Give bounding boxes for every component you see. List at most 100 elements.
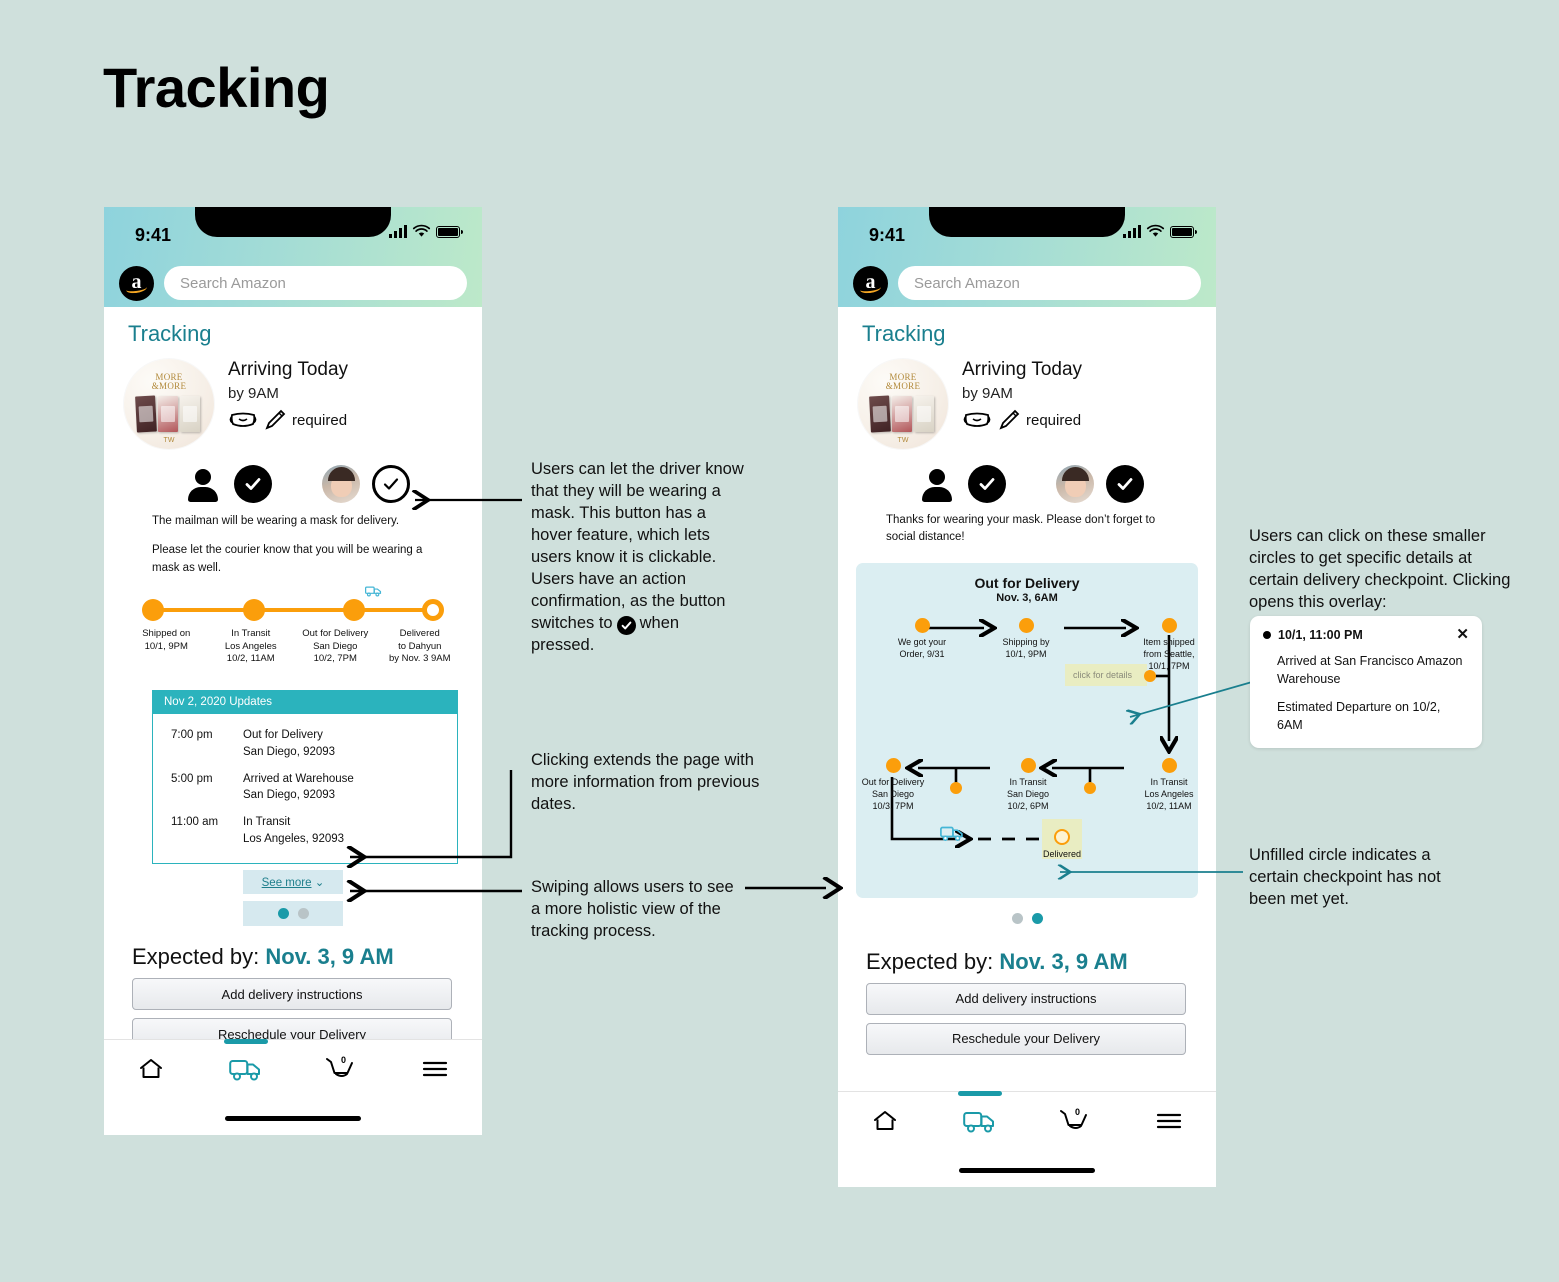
page-dot-1[interactable] bbox=[277, 908, 289, 920]
check-filled-icon bbox=[1117, 478, 1133, 490]
map-node-delivered[interactable]: Delivered bbox=[1038, 828, 1086, 860]
map-node-shipping[interactable]: Shipping by 10/1, 9PM bbox=[986, 617, 1066, 660]
progress-step-4[interactable] bbox=[422, 598, 444, 621]
map-checkpoint-dot-clickable[interactable] bbox=[950, 781, 962, 794]
tab-home[interactable] bbox=[838, 1092, 933, 1150]
see-more-button[interactable]: See more ⌄ bbox=[243, 870, 343, 895]
arrival-time: by 9AM bbox=[228, 385, 279, 402]
map-node-out-for-delivery[interactable]: Out for Delivery San Diego 10/3, 7PM bbox=[856, 757, 930, 812]
progress-label-1: Shipped on 10/1, 9PM bbox=[142, 627, 191, 652]
screen-body-right: Tracking MORE &MORE TW Arriving Today by … bbox=[838, 307, 1216, 1055]
status-bar: 9:41 a Search Amazon bbox=[838, 207, 1216, 307]
reschedule-delivery-button[interactable]: Reschedule your Delivery bbox=[866, 1022, 1186, 1055]
bottom-tab-bar-left: 0 bbox=[104, 1039, 482, 1135]
page-dot-2[interactable] bbox=[1031, 912, 1043, 924]
updates-card-header: Nov 2, 2020 Updates bbox=[153, 690, 457, 715]
progress-step-2[interactable] bbox=[242, 598, 265, 621]
page-indicator-right[interactable] bbox=[838, 906, 1216, 931]
user-mask-toggle-button[interactable] bbox=[372, 465, 410, 503]
expected-value: Nov. 3, 9 AM bbox=[999, 948, 1128, 974]
annotation-checkpoints: Users can click on these smaller circles… bbox=[1249, 527, 1511, 611]
mask-requirement: required bbox=[228, 409, 348, 431]
update-desc: Out for Delivery San Diego, 92093 bbox=[243, 729, 336, 758]
progress-label-3: Out for Delivery San Diego 10/2, 7PM bbox=[302, 627, 369, 665]
product-thumbnail[interactable]: MORE &MORE TW bbox=[858, 359, 948, 449]
expected-prefix: Expected by: bbox=[132, 944, 260, 970]
pencil-icon bbox=[999, 409, 1020, 430]
status-bar: 9:41 a Search Amazon bbox=[104, 207, 482, 307]
cellular-bars-icon bbox=[389, 225, 407, 238]
check-filled-icon bbox=[245, 478, 261, 490]
product-summary: MORE &MORE TW Arriving Today by 9AM requ… bbox=[838, 347, 1216, 449]
home-icon bbox=[140, 1059, 163, 1078]
tab-home[interactable] bbox=[104, 1040, 199, 1098]
shopping-cart-icon: 0 bbox=[1060, 1107, 1088, 1129]
page-indicator-left[interactable] bbox=[243, 901, 343, 927]
face-mask-icon bbox=[229, 412, 257, 427]
map-node-dot bbox=[885, 757, 901, 773]
driver-mask-status-button[interactable] bbox=[234, 465, 272, 503]
cellular-bars-icon bbox=[1123, 225, 1141, 238]
map-node-label: In Transit San Diego 10/2, 6PM bbox=[1006, 776, 1050, 811]
map-node-dot bbox=[1161, 617, 1177, 633]
amazon-logo[interactable]: a bbox=[119, 265, 154, 301]
phone-notch bbox=[195, 207, 391, 237]
mask-confirm-row bbox=[104, 465, 482, 503]
wifi-icon bbox=[412, 224, 431, 237]
mask-confirm-row bbox=[838, 465, 1216, 503]
updates-card: Nov 2, 2020 Updates 7:00 pm Out for Deli… bbox=[152, 690, 458, 865]
map-node-los-angeles[interactable]: In Transit Los Angeles 10/2, 11AM bbox=[1130, 757, 1208, 812]
add-delivery-instructions-button[interactable]: Add delivery instructions bbox=[132, 978, 452, 1011]
click-for-details-tooltip[interactable]: click for details bbox=[1065, 663, 1147, 686]
update-time: 5:00 pm bbox=[171, 772, 213, 785]
delivery-map: Out for Delivery Nov. 3, 6AM We got your… bbox=[856, 562, 1198, 898]
update-time: 11:00 am bbox=[171, 815, 219, 828]
map-checkpoint-dot-clickable[interactable] bbox=[1144, 669, 1156, 682]
updates-card-body: 7:00 pm Out for Delivery San Diego, 92093… bbox=[153, 714, 457, 863]
page-dot-2[interactable] bbox=[297, 908, 309, 920]
amazon-logo[interactable]: a bbox=[853, 265, 888, 301]
map-node-order[interactable]: We got your Order, 9/31 bbox=[882, 617, 962, 660]
progress-step-3[interactable] bbox=[343, 598, 366, 621]
tab-cart[interactable]: 0 bbox=[293, 1040, 388, 1098]
expected-delivery-right: Expected by: Nov. 3, 9 AM bbox=[866, 949, 1216, 975]
hamburger-menu-icon bbox=[422, 1061, 447, 1077]
product-thumbnail[interactable]: MORE &MORE TW bbox=[124, 359, 214, 449]
close-icon[interactable]: ✕ bbox=[1456, 627, 1469, 642]
status-clock: 9:41 bbox=[869, 225, 906, 245]
map-node-san-diego[interactable]: In Transit San Diego 10/2, 6PM bbox=[991, 757, 1065, 812]
search-input[interactable]: Search Amazon bbox=[898, 266, 1201, 300]
driver-mask-status-button[interactable] bbox=[968, 465, 1006, 503]
mask-note-1: The mailman will be wearing a mask for d… bbox=[152, 515, 400, 527]
search-input[interactable]: Search Amazon bbox=[164, 266, 467, 300]
page-dot-1[interactable] bbox=[1011, 912, 1023, 924]
progress-line bbox=[151, 607, 435, 612]
phone-notch bbox=[929, 207, 1125, 237]
annotation-unfilled-circle: Unfilled circle indicates a certain chec… bbox=[1249, 846, 1441, 908]
bottom-tab-bar-right: 0 bbox=[838, 1091, 1216, 1187]
album-item bbox=[914, 396, 934, 432]
annotation-mask-button: Users can let the driver know that they … bbox=[531, 459, 745, 657]
person-icon bbox=[184, 465, 222, 503]
person-icon bbox=[918, 465, 956, 503]
map-node-label: Delivered bbox=[1042, 848, 1082, 859]
active-tab-marker bbox=[223, 1039, 268, 1044]
overlay-line-2: Estimated Departure on 10/2, 6AM bbox=[1277, 700, 1441, 732]
progress-step-1[interactable] bbox=[142, 598, 164, 621]
tab-orders[interactable] bbox=[933, 1091, 1028, 1150]
mask-required-label: required bbox=[292, 411, 348, 429]
user-mask-toggle-button[interactable] bbox=[1106, 465, 1144, 503]
tab-orders[interactable] bbox=[199, 1039, 294, 1098]
add-delivery-instructions-button[interactable]: Add delivery instructions bbox=[866, 982, 1186, 1015]
tab-menu[interactable] bbox=[388, 1040, 483, 1098]
page-heading: Tracking bbox=[128, 321, 212, 346]
map-connectors bbox=[890, 563, 1198, 898]
map-checkpoint-dot-clickable[interactable] bbox=[1084, 781, 1096, 794]
hamburger-menu-icon bbox=[1156, 1113, 1181, 1129]
arrival-time: by 9AM bbox=[962, 385, 1013, 402]
tab-cart[interactable]: 0 bbox=[1027, 1092, 1122, 1150]
shopping-cart-icon: 0 bbox=[326, 1055, 354, 1077]
update-desc: In Transit Los Angeles, 92093 bbox=[243, 815, 345, 845]
status-icons bbox=[1123, 224, 1197, 238]
tab-menu[interactable] bbox=[1122, 1092, 1217, 1150]
